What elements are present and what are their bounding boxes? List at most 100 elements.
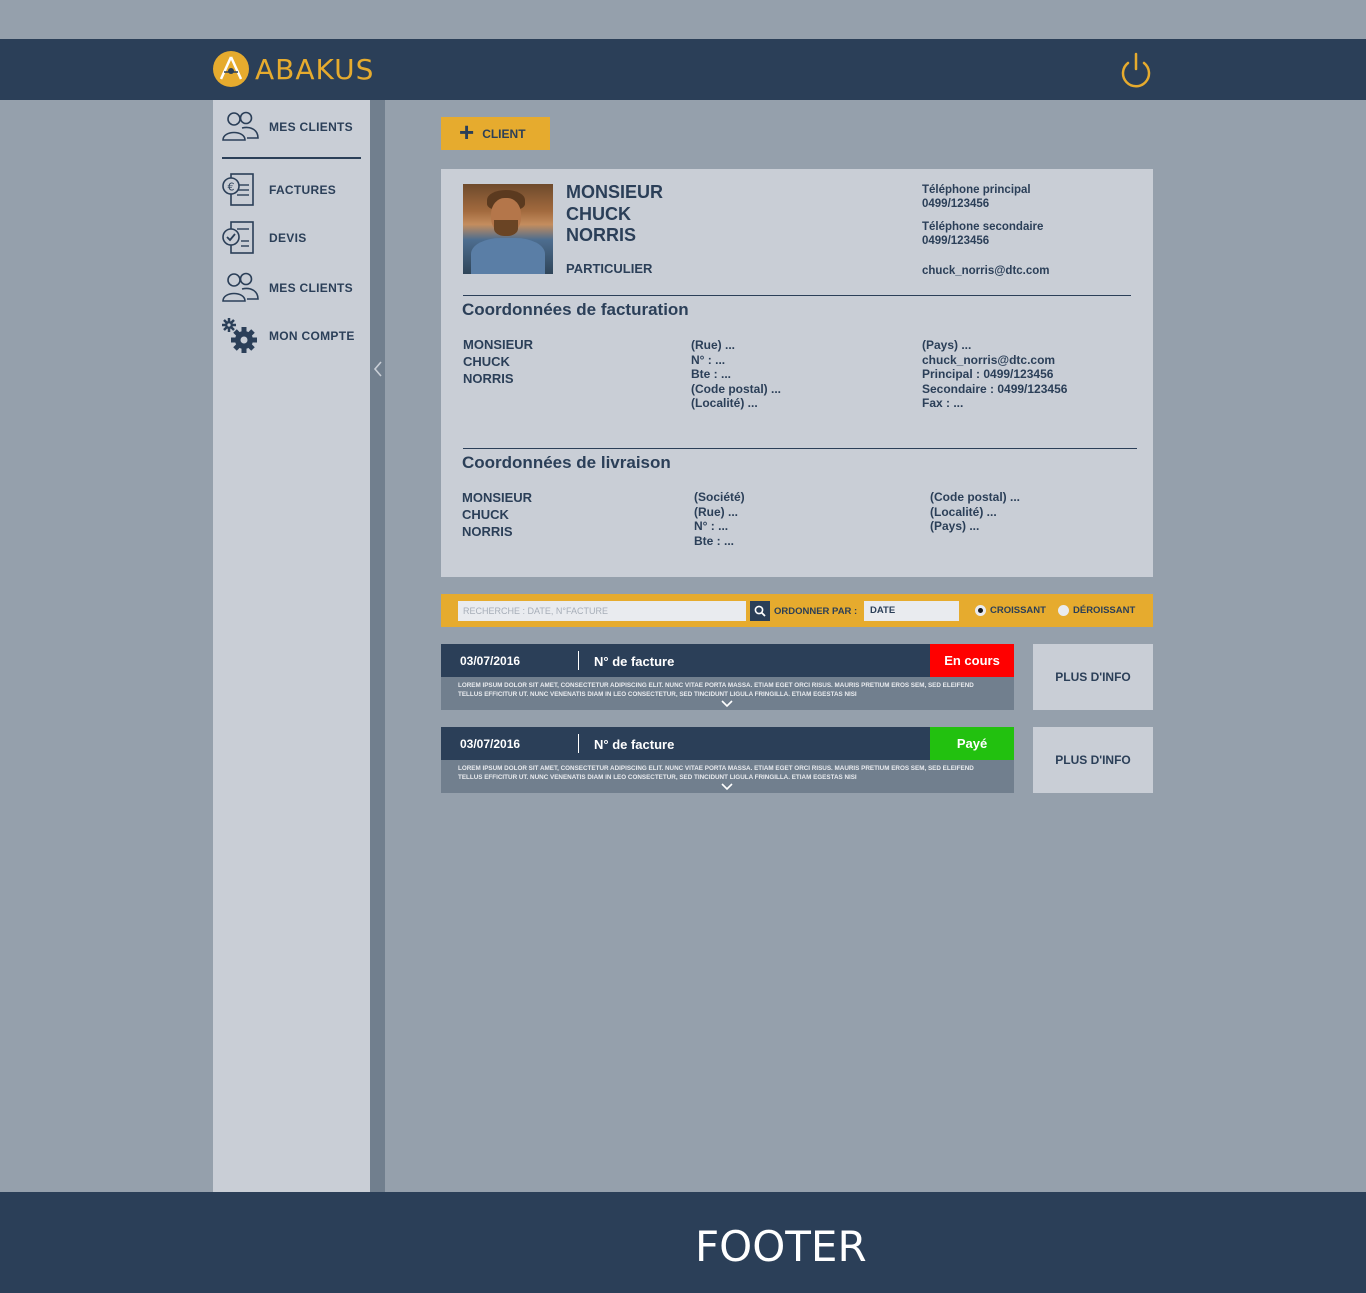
add-client-button[interactable]: + CLIENT (441, 117, 550, 150)
billing-postal-code: (Code postal) ... (691, 381, 781, 396)
billing-email: chuck_norris@dtc.com (922, 352, 1056, 367)
delivery-box: Bte : ... (694, 533, 735, 548)
footer-text: FOOTER (695, 1222, 867, 1271)
client-card: MONSIEUR CHUCK NORRIS PARTICULIER Téléph… (441, 169, 1153, 577)
radio-unselected-icon (1058, 605, 1069, 616)
invoice-details: LOREM IPSUM DOLOR SIT AMET, CONSECTETUR … (441, 760, 1014, 793)
client-photo (463, 184, 553, 274)
billing-locality: (Localité) ... (691, 396, 758, 410)
svg-text:€: € (228, 181, 235, 194)
invoice-row[interactable]: 03/07/2016 N° de facture En cours LOREM … (441, 644, 1014, 710)
delivery-postal-code: (Code postal) ... (930, 490, 1020, 504)
delivery-street: (Rue) ... (694, 504, 738, 519)
sort-ascending-radio[interactable]: CROISSANT (975, 605, 1046, 616)
sidebar-item-label: MON COMPTE (269, 329, 355, 343)
billing-name: MONSIEUR CHUCK NORRIS (463, 336, 533, 387)
sidebar-item-mes-clients[interactable]: MES CLIENTS (221, 108, 353, 146)
divider (578, 734, 579, 753)
billing-box: Bte : ... (691, 367, 732, 381)
delivery-section-title: Coordonnées de livraison (462, 453, 671, 472)
invoice-description: LOREM IPSUM DOLOR SIT AMET, CONSECTETUR … (458, 682, 974, 698)
sidebar: MES CLIENTS € FACTURES DEVIS MES CLIENTS… (213, 100, 370, 1192)
phone-primary-label: Téléphone principal (922, 184, 1031, 196)
invoice-date: 03/07/2016 (460, 654, 521, 668)
sidebar-item-label: MES CLIENTS (269, 281, 353, 295)
invoice-euro-icon: € (221, 171, 259, 209)
client-first-name: CHUCK (566, 203, 631, 224)
users-icon (221, 269, 259, 307)
delivery-address: (Société) (Rue) ... N° : ... Bte : ... (694, 490, 745, 548)
add-client-label: CLIENT (482, 126, 526, 141)
client-email[interactable]: chuck_norris@dtc.com (922, 264, 1050, 278)
billing-section-title: Coordonnées de facturation (462, 300, 689, 319)
sidebar-item-label: FACTURES (269, 183, 337, 197)
more-info-button[interactable]: PLUS D'INFO (1033, 644, 1153, 710)
status-badge: Payé (930, 727, 1014, 760)
plus-icon: + (459, 117, 475, 147)
billing-number: N° : ... (691, 352, 726, 367)
sidebar-item-devis[interactable]: DEVIS (221, 219, 307, 257)
invoice-header: 03/07/2016 N° de facture En cours (441, 644, 1014, 677)
search-button[interactable] (750, 601, 770, 621)
phone-secondary: 0499/123456 (922, 235, 990, 247)
client-name: MONSIEUR CHUCK NORRIS (566, 182, 663, 247)
search-input[interactable] (458, 601, 746, 621)
billing-address: (Rue) ... N° : ... Bte : ... (Code posta… (691, 338, 781, 411)
delivery-locality: (Localité) ... (930, 504, 997, 519)
invoice-number: N° de facture (594, 654, 675, 669)
sort-ascending-label: CROISSANT (990, 605, 1046, 616)
app-logo[interactable]: ABAKUS (213, 50, 374, 88)
invoice-header: 03/07/2016 N° de facture Payé (441, 727, 1014, 760)
power-icon (1121, 52, 1151, 88)
collapse-sidebar-button[interactable] (370, 358, 385, 380)
billing-street: (Rue) ... (691, 338, 735, 352)
invoice-description: LOREM IPSUM DOLOR SIT AMET, CONSECTETUR … (458, 765, 974, 781)
sort-descending-radio[interactable]: DÉROISSANT (1058, 605, 1135, 616)
delivery-country: (Pays) ... (930, 519, 980, 533)
billing-country: (Pays) ... (922, 338, 972, 352)
status-badge: En cours (930, 644, 1014, 677)
delivery-number: N° : ... (694, 519, 729, 533)
divider (463, 295, 1131, 296)
invoice-date: 03/07/2016 (460, 737, 521, 751)
invoice-filter-bar: ORDONNER PAR : DATE CROISSANT DÉROISSANT (441, 594, 1153, 627)
users-icon (221, 108, 259, 146)
sidebar-divider (222, 157, 361, 159)
delivery-company: (Société) (694, 490, 745, 504)
chevron-down-icon[interactable] (720, 699, 734, 709)
chevron-left-icon (373, 361, 382, 377)
client-type: PARTICULIER (566, 261, 653, 276)
chevron-down-icon[interactable] (720, 782, 734, 792)
sidebar-item-mes-clients-2[interactable]: MES CLIENTS (221, 269, 353, 307)
delivery-name: MONSIEUR CHUCK NORRIS (462, 489, 532, 540)
top-bar: ABAKUS (0, 39, 1366, 100)
logo-mark-icon (213, 51, 249, 87)
billing-first-name: CHUCK (463, 354, 510, 369)
search-icon (754, 605, 766, 617)
invoice-number: N° de facture (594, 737, 675, 752)
client-contact: Téléphone principal 0499/123456 Téléphon… (922, 183, 1050, 278)
more-info-button[interactable]: PLUS D'INFO (1033, 727, 1153, 793)
sidebar-item-factures[interactable]: € FACTURES (221, 171, 336, 209)
sidebar-item-label: DEVIS (269, 231, 307, 245)
billing-contact: (Pays) ... chuck_norris@dtc.com Principa… (922, 338, 1067, 411)
billing-phone-secondary: Secondaire : 0499/123456 (922, 381, 1068, 396)
invoice-row[interactable]: 03/07/2016 N° de facture Payé LOREM IPSU… (441, 727, 1014, 793)
phone-secondary-label: Téléphone secondaire (922, 221, 1044, 233)
delivery-location: (Code postal) ... (Localité) ... (Pays) … (930, 490, 1020, 534)
client-last-name: NORRIS (566, 225, 637, 245)
divider (578, 651, 579, 670)
sidebar-collapse-rail (370, 100, 385, 1192)
phone-primary: 0499/123456 (922, 198, 990, 210)
delivery-last-name: NORRIS (462, 524, 513, 539)
app-name: ABAKUS (255, 52, 375, 86)
order-by-select[interactable]: DATE (864, 601, 959, 621)
sidebar-item-mon-compte[interactable]: MON COMPTE (221, 317, 355, 355)
logout-button[interactable] (1117, 51, 1155, 89)
client-civility: MONSIEUR (566, 182, 664, 202)
delivery-civility: MONSIEUR (462, 490, 533, 505)
billing-civility: MONSIEUR (463, 337, 534, 352)
footer: FOOTER (0, 1192, 1366, 1293)
radio-selected-icon (975, 605, 986, 616)
delivery-first-name: CHUCK (462, 507, 509, 522)
